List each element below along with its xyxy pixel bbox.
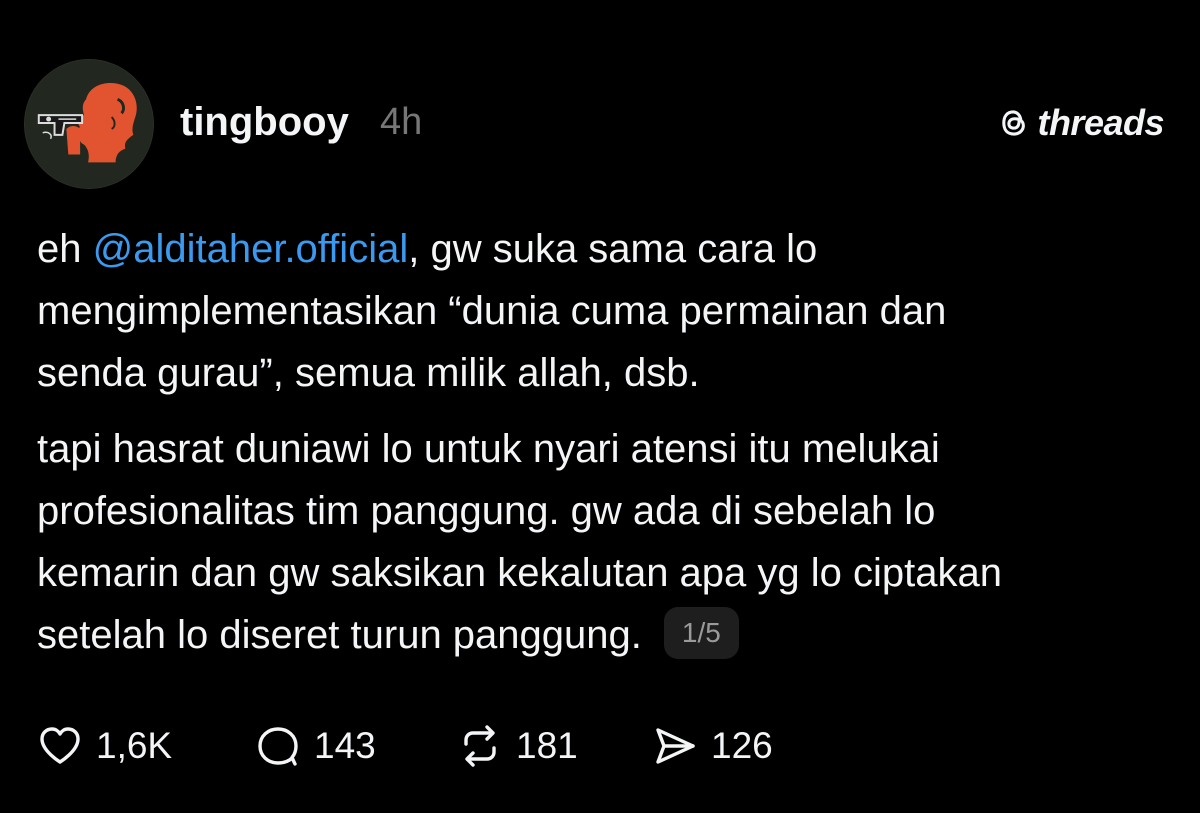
post-actions: 1,6K 143 181 126 — [36, 718, 936, 774]
heart-icon — [40, 727, 80, 764]
threads-logo-icon — [1002, 110, 1026, 136]
body-text-segment: setelah lo diseret turun panggung. — [37, 613, 642, 657]
reply-count: 143 — [314, 725, 376, 766]
reply-button[interactable]: 143 — [254, 718, 376, 774]
send-icon — [656, 728, 695, 764]
post-paragraph-1: eh @alditaher.official, gw suka sama car… — [37, 218, 1167, 404]
threads-brand: threads — [997, 101, 1164, 145]
comment-icon — [258, 727, 298, 766]
post-paragraph-2: tapi hasrat duniawi lo untuk nyari atens… — [37, 418, 1167, 666]
thread-position-badge: 1/5 — [663, 607, 739, 660]
username[interactable]: tingbooy — [180, 98, 349, 146]
post-line: tapi hasrat duniawi lo untuk nyari atens… — [37, 427, 940, 471]
repost-icon — [464, 725, 496, 767]
body-text-segment: eh — [37, 227, 93, 271]
post-line: kemarin dan gw saksikan kekalutan apa yg… — [37, 551, 1002, 595]
post-line: senda gurau”, semua milik allah, dsb. — [37, 351, 700, 395]
post-line: eh @alditaher.official, gw suka sama car… — [37, 218, 1167, 280]
post-body: eh @alditaher.official, gw suka sama car… — [37, 218, 1167, 666]
post-line: mengimplementasikan “dunia cuma permaina… — [37, 289, 947, 333]
post-timestamp: 4h — [380, 101, 423, 143]
threads-post: tingbooy 4h threads eh @alditaher.offici… — [0, 0, 1200, 813]
avatar-icon — [25, 60, 153, 188]
like-count: 1,6K — [96, 725, 173, 766]
avatar[interactable] — [24, 59, 154, 189]
threads-wordmark: threads — [1037, 102, 1164, 143]
post-line: setelah lo diseret turun panggung. 1/5 — [37, 604, 1167, 666]
like-button[interactable]: 1,6K — [36, 718, 172, 774]
repost-count: 181 — [516, 725, 578, 766]
post-line: profesionalitas tim panggung. gw ada di … — [37, 489, 936, 533]
mention-link[interactable]: @alditaher.official — [93, 227, 409, 271]
repost-button[interactable]: 181 — [456, 718, 578, 774]
share-count: 126 — [711, 725, 773, 766]
body-text-segment: , gw suka sama cara lo — [408, 227, 818, 271]
share-button[interactable]: 126 — [651, 718, 773, 774]
